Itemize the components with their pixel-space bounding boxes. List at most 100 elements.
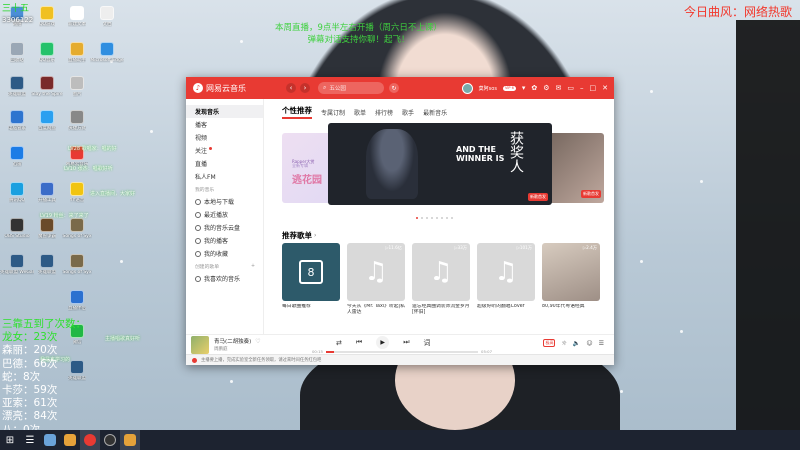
next-icon[interactable]: ⏭ bbox=[403, 338, 409, 347]
skin-icon[interactable]: ✿ bbox=[531, 84, 537, 92]
sidebar-item[interactable]: 私人FM bbox=[186, 170, 263, 183]
taskbar-netease[interactable] bbox=[80, 430, 100, 450]
tab[interactable]: 个性推荐 bbox=[282, 105, 312, 119]
sidebar-item[interactable]: 最近播放 bbox=[186, 208, 263, 221]
sidebar-item[interactable]: 我的音乐云盘 bbox=[186, 221, 263, 234]
taskview-icon[interactable]: ☰ bbox=[20, 430, 40, 450]
desktop-icon[interactable]: QQ游戏 bbox=[32, 6, 62, 27]
desktop-icon[interactable]: Microsoft Edge bbox=[90, 42, 124, 63]
mini-mode-icon[interactable]: ▭ bbox=[567, 84, 574, 92]
tab[interactable]: 歌单 bbox=[354, 108, 366, 117]
sidebar-item[interactable]: 本地与下载 bbox=[186, 195, 263, 208]
taskbar-app-2[interactable] bbox=[60, 430, 80, 450]
recommend-title[interactable]: 推荐歌单 › bbox=[282, 229, 604, 241]
playlist-cover[interactable]: ♫ ▷101万 bbox=[477, 243, 535, 301]
app-titlebar[interactable]: ♪ 网易云音乐 ‹ › ⌕ 五公园 ↻ 莫阿sos VIP 6 ▾ ✿ ⚙ ✉ … bbox=[186, 77, 614, 99]
sidebar-item[interactable]: 发现音乐 bbox=[186, 105, 263, 118]
taskbar-app-1[interactable] bbox=[40, 430, 60, 450]
playlist-card[interactable]: ▷2.4万 80,90年代粤语经典 bbox=[542, 243, 600, 316]
app-logo[interactable]: ♪ 网易云音乐 bbox=[193, 83, 246, 94]
status-text[interactable]: 主播要上播，完成实验室全新任务领取，请过来时间任务红包吧 bbox=[201, 357, 321, 363]
tab[interactable]: 最新音乐 bbox=[423, 108, 447, 117]
sidebar-item[interactable]: 关注 bbox=[186, 144, 263, 157]
desktop-icon[interactable]: 图片 bbox=[62, 76, 92, 97]
search-input[interactable]: ⌕ 五公园 bbox=[318, 82, 384, 94]
tab[interactable]: 排行榜 bbox=[375, 108, 393, 117]
song-artist[interactable]: 周鹏庭 bbox=[214, 346, 324, 352]
close-icon[interactable]: ✕ bbox=[602, 84, 608, 92]
mail-icon[interactable]: ✉ bbox=[556, 84, 562, 92]
playlist-cover[interactable]: ♫ ▷11.6亿 bbox=[347, 243, 405, 301]
desktop-icon[interactable]: 直播助手 bbox=[62, 42, 92, 63]
desktop-icon[interactable]: 电脑管家 bbox=[2, 110, 32, 131]
desktop-icon[interactable]: 迅雷 bbox=[2, 146, 32, 167]
playlist-card[interactable]: 8 每日歌曲推荐 bbox=[282, 243, 340, 316]
desktop-icon[interactable]: 直播伴侣 bbox=[62, 290, 92, 311]
playlist-name[interactable]: 每日歌曲推荐 bbox=[282, 304, 340, 316]
username[interactable]: 莫阿sos bbox=[479, 85, 497, 92]
start-button[interactable]: ⊞ bbox=[0, 430, 20, 450]
sidebar-item[interactable]: 我的收藏 bbox=[186, 247, 263, 260]
desktop-icon[interactable]: YY语音 bbox=[62, 182, 92, 203]
sound-effect-icon[interactable]: ☼ bbox=[561, 340, 566, 347]
desktop-icon[interactable]: QQ音乐 bbox=[32, 42, 62, 63]
playlist-name[interactable]: 超级好听的翻唱Cover bbox=[477, 304, 535, 316]
playlist-name[interactable]: 遗忘经典曲调装饰流金岁月 [怀旧] bbox=[412, 304, 470, 316]
desktop-icon[interactable]: OBS Studio bbox=[2, 218, 32, 239]
desktop-icon[interactable]: Songs of Syx bbox=[62, 218, 92, 239]
desktop-icon[interactable]: 开播工具 bbox=[32, 182, 62, 203]
desktop-icon[interactable]: 腾讯QQ bbox=[2, 182, 32, 203]
forward-icon[interactable]: › bbox=[300, 83, 310, 93]
dropdown-icon[interactable]: ▾ bbox=[522, 84, 526, 92]
maximize-icon[interactable]: □ bbox=[590, 84, 597, 92]
play-button[interactable]: ▶ bbox=[376, 336, 390, 349]
minimize-icon[interactable]: – bbox=[580, 84, 584, 92]
carousel-dots[interactable] bbox=[416, 217, 453, 219]
playlist-queue-icon[interactable]: ☰ bbox=[599, 340, 604, 347]
tab[interactable]: 专属订制 bbox=[321, 108, 345, 117]
back-icon[interactable]: ‹ bbox=[286, 83, 296, 93]
friends-icon[interactable]: ☺ bbox=[586, 340, 592, 347]
playlist-card[interactable]: ♫ ▷101万超级好听的翻唱Cover bbox=[477, 243, 535, 316]
playlist-name[interactable]: 80,90年代粤语经典 bbox=[542, 304, 600, 316]
lyrics-icon[interactable]: 词 bbox=[424, 338, 431, 348]
progress-bar[interactable] bbox=[325, 350, 479, 353]
sidebar-item[interactable]: 播客 bbox=[186, 118, 263, 131]
playlist-cover[interactable]: ♫ ▷33万 bbox=[412, 243, 470, 301]
playlist-cover[interactable]: ▷2.4万 bbox=[542, 243, 600, 301]
previous-icon[interactable]: ⏮ bbox=[356, 338, 362, 347]
desktop-icon[interactable]: 文档 bbox=[92, 6, 122, 27]
playlist-card[interactable]: ♫ ▷11.6亿今天从《Mr. Taxi》听起|私人雷达 bbox=[347, 243, 405, 316]
banner-carousel[interactable]: Rapper大赏 全新专辑 逃花园 新歌推荐 新歌首发 AND THE WINN… bbox=[282, 123, 604, 223]
taskbar-app-4[interactable] bbox=[100, 430, 120, 450]
desktop-icon[interactable]: 英雄联盟 bbox=[32, 254, 62, 275]
add-playlist-icon[interactable]: + bbox=[251, 264, 255, 269]
album-cover[interactable] bbox=[191, 335, 209, 354]
vip-badge[interactable]: VIP 6 bbox=[502, 85, 516, 91]
tab[interactable]: 歌手 bbox=[402, 108, 414, 117]
desktop-icon[interactable]: 魔兽争霸 bbox=[32, 218, 62, 239]
desktop-icon[interactable]: Songs of Syx bbox=[62, 254, 92, 275]
sidebar-item[interactable]: 直播 bbox=[186, 157, 263, 170]
song-title[interactable]: 青马(二胡独奏) bbox=[214, 337, 251, 345]
playlist-name[interactable]: 今天从《Mr. Taxi》听起|私人雷达 bbox=[347, 304, 405, 316]
desktop-icon[interactable]: 回收站 bbox=[2, 42, 32, 63]
playlist-card[interactable]: ♫ ▷33万遗忘经典曲调装饰流金岁月 [怀旧] bbox=[412, 243, 470, 316]
banner-main[interactable]: AND THE WINNER IS 获奖人 新歌首发 bbox=[328, 123, 552, 205]
avatar[interactable] bbox=[461, 82, 473, 94]
desktop-icon[interactable]: 百度网盘 bbox=[32, 110, 62, 131]
taskbar-app-5[interactable] bbox=[120, 430, 140, 450]
desktop-icon[interactable]: 快捷方式 bbox=[62, 110, 92, 131]
sidebar-item[interactable]: 视频 bbox=[186, 131, 263, 144]
sidebar-item[interactable]: 我的播客 bbox=[186, 234, 263, 247]
sidebar-item[interactable]: 我喜欢的音乐 bbox=[186, 272, 263, 285]
music-app-window[interactable]: ♪ 网易云音乐 ‹ › ⌕ 五公园 ↻ 莫阿sos VIP 6 ▾ ✿ ⚙ ✉ … bbox=[186, 77, 614, 365]
desktop-icon[interactable]: 新建文本 bbox=[62, 6, 92, 27]
desktop-icon[interactable]: 英雄联盟 WeGame bbox=[0, 254, 34, 275]
listen-recognize-icon[interactable]: ↻ bbox=[389, 83, 399, 93]
desktop-icon[interactable]: Slay the Spire bbox=[31, 76, 63, 97]
quality-badge[interactable]: 极高 bbox=[543, 339, 556, 347]
like-heart-icon[interactable]: ♡ bbox=[255, 338, 260, 345]
volume-icon[interactable]: 🔈 bbox=[573, 340, 580, 347]
shuffle-icon[interactable]: ⇄ bbox=[336, 339, 342, 347]
